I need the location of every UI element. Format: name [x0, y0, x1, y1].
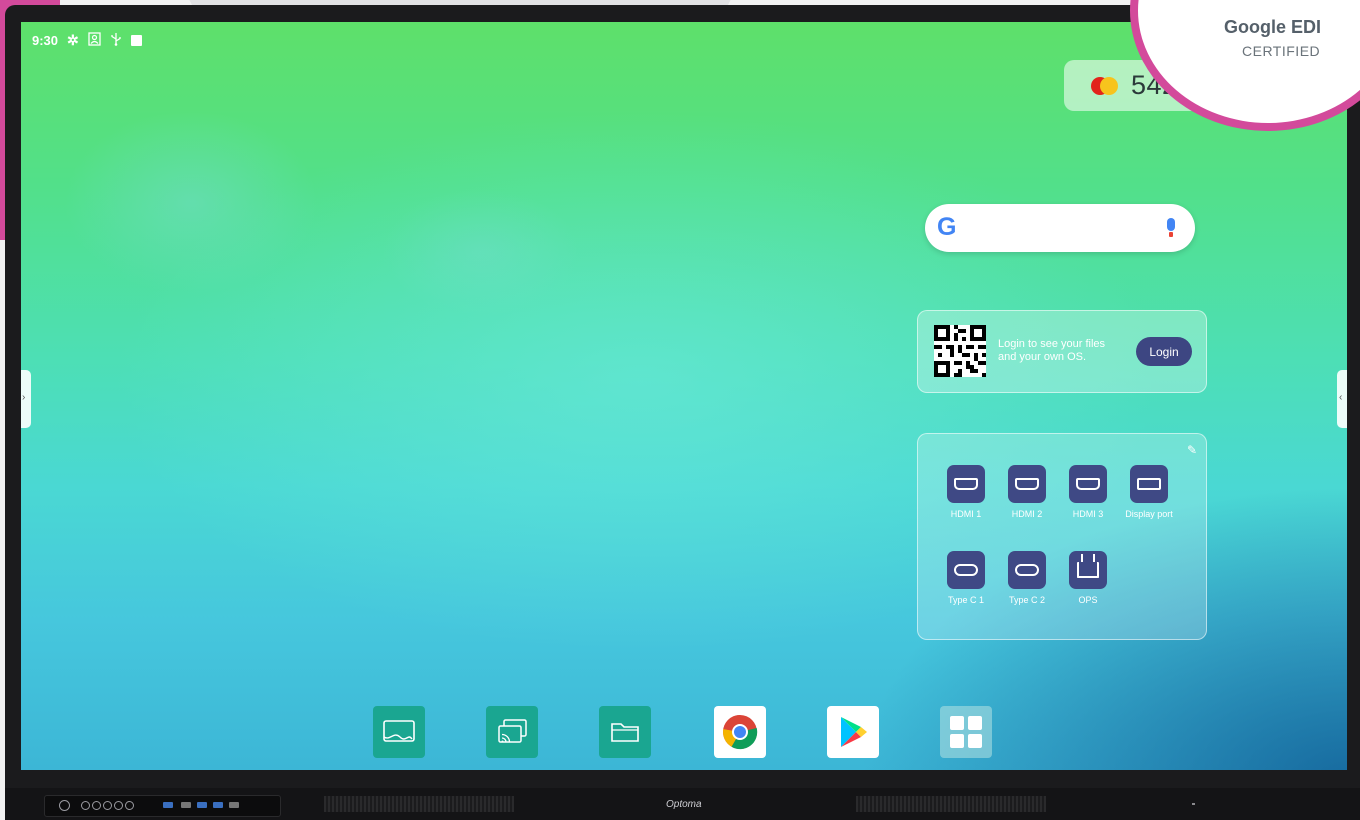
speaker-grill [324, 796, 514, 812]
product-photo: 9:30 ✲ › ‹ 5421 G [0, 0, 1360, 820]
chevron-right-icon: › [22, 392, 26, 403]
front-port [229, 802, 239, 808]
google-search-bar[interactable]: G [925, 204, 1195, 252]
source-label: HDMI 2 [1011, 509, 1043, 519]
usb-c-icon [1008, 551, 1046, 589]
front-port [213, 802, 223, 808]
status-led [1192, 803, 1195, 805]
source-hdmi-2[interactable]: HDMI 2 [992, 465, 1062, 519]
source-ops[interactable]: OPS [1053, 551, 1123, 605]
login-prompt: Login to see your files and your own OS. [998, 338, 1106, 363]
whiteboard-icon [383, 720, 415, 742]
dock-whiteboard[interactable] [373, 706, 425, 758]
folder-icon [611, 723, 639, 742]
control-button[interactable] [103, 801, 112, 810]
source-label: Type C 1 [947, 595, 985, 605]
source-label: HDMI 1 [950, 509, 982, 519]
ops-icon [1069, 551, 1107, 589]
displayport-icon [1130, 465, 1168, 503]
google-logo: G [937, 213, 957, 241]
apps-grid-icon [950, 716, 982, 748]
hdmi-port-icon [1069, 465, 1107, 503]
portrait-icon [88, 32, 101, 48]
chevron-left-icon: ‹ [1339, 392, 1343, 403]
source-label: Type C 2 [1008, 595, 1046, 605]
left-side-handle[interactable]: › [21, 370, 31, 428]
dock-file-manager[interactable] [599, 706, 651, 758]
control-button[interactable] [92, 801, 101, 810]
dock-all-apps[interactable] [940, 706, 992, 758]
mic-icon[interactable] [1167, 218, 1175, 237]
brand-logo: Optoma [666, 799, 702, 810]
dock-play-store[interactable] [827, 706, 879, 758]
pencil-icon[interactable]: ✎ [1187, 443, 1197, 457]
control-button[interactable] [81, 801, 90, 810]
login-button[interactable]: Login [1136, 337, 1192, 366]
usb-icon [110, 32, 122, 48]
front-control-panel [44, 795, 281, 817]
control-button[interactable] [114, 801, 123, 810]
source-label: HDMI 3 [1072, 509, 1104, 519]
dock-chrome[interactable] [714, 706, 766, 758]
source-hdmi-3[interactable]: HDMI 3 [1053, 465, 1123, 519]
square-icon [130, 34, 142, 46]
clock: 9:30 [32, 32, 59, 48]
source-label: Display port [1125, 509, 1173, 519]
front-port [181, 802, 191, 808]
qr-code-icon [934, 325, 986, 377]
status-bar: 9:30 ✲ [32, 32, 142, 48]
source-label: OPS [1078, 595, 1098, 605]
source-displayport[interactable]: Display port [1114, 465, 1184, 519]
input-source-card: ✎ HDMI 1 HDMI 2 HDMI 3 Display port Type… [917, 433, 1207, 640]
home-screen: 9:30 ✲ › ‹ 5421 G [21, 22, 1347, 770]
chrome-icon [723, 715, 758, 750]
hdmi-port-icon [1008, 465, 1046, 503]
front-port [163, 802, 173, 808]
gear-icon[interactable]: ✲ [67, 33, 79, 47]
dock-screen-share[interactable] [486, 706, 538, 758]
hdmi-port-icon [947, 465, 985, 503]
right-side-handle[interactable]: ‹ [1337, 370, 1347, 428]
play-store-icon [841, 717, 867, 747]
cast-icon [498, 719, 527, 743]
power-button[interactable] [59, 800, 70, 811]
front-port [197, 802, 207, 808]
speaker-grill [856, 796, 1046, 812]
badge-title: Google EDI [1224, 17, 1322, 37]
control-button[interactable] [125, 801, 134, 810]
source-hdmi-1[interactable]: HDMI 1 [931, 465, 1001, 519]
usb-c-icon [947, 551, 985, 589]
source-type-c-1[interactable]: Type C 1 [931, 551, 1001, 605]
login-card: Login to see your files and your own OS.… [917, 310, 1207, 393]
badge-subtitle: CERTIFIED [1242, 43, 1321, 59]
coin-icon [1091, 76, 1119, 95]
source-type-c-2[interactable]: Type C 2 [992, 551, 1062, 605]
